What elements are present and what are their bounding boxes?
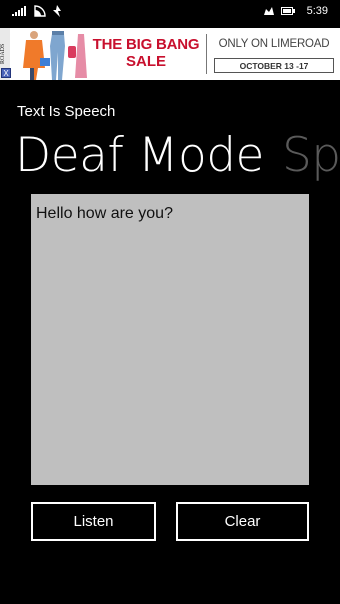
ad-tagline: ONLY ON LIMEROAD bbox=[218, 38, 330, 50]
clear-button[interactable]: Clear bbox=[176, 502, 309, 541]
status-time: 5:39 bbox=[306, 5, 328, 17]
signal-icon bbox=[12, 6, 28, 16]
app-title: Text Is Speech bbox=[17, 103, 116, 120]
pivot-header: Deaf Mode Spe bbox=[15, 128, 340, 188]
battery-icon bbox=[280, 7, 295, 15]
battery-saver-icon bbox=[263, 6, 275, 16]
pivot-item-deaf-mode[interactable]: Deaf Mode bbox=[15, 128, 264, 183]
notification-icon bbox=[52, 5, 62, 17]
wifi-icon bbox=[34, 5, 46, 17]
ad-close-icon[interactable]: X bbox=[1, 68, 11, 78]
status-left bbox=[12, 5, 62, 17]
pivot-item-speech[interactable]: Spe bbox=[282, 128, 340, 183]
ad-models-image bbox=[18, 28, 88, 80]
app-screen: 5:39 ROADS X THE BIG BANG SALE ONLY ON L… bbox=[0, 0, 340, 604]
ad-banner[interactable]: ROADS X THE BIG BANG SALE ONLY ON LIMERO… bbox=[0, 28, 340, 80]
message-text-box[interactable]: Hello how are you? bbox=[31, 194, 309, 485]
status-right: 5:39 bbox=[263, 5, 328, 17]
ad-dates: OCTOBER 13 -17 bbox=[214, 58, 334, 73]
status-bar: 5:39 bbox=[0, 0, 340, 22]
ad-headline-line1: THE BIG BANG bbox=[92, 36, 200, 53]
ad-divider bbox=[206, 34, 207, 74]
listen-button[interactable]: Listen bbox=[31, 502, 156, 541]
ad-headline-line2: SALE bbox=[125, 53, 166, 70]
ad-headline: THE BIG BANG SALE bbox=[90, 36, 202, 70]
